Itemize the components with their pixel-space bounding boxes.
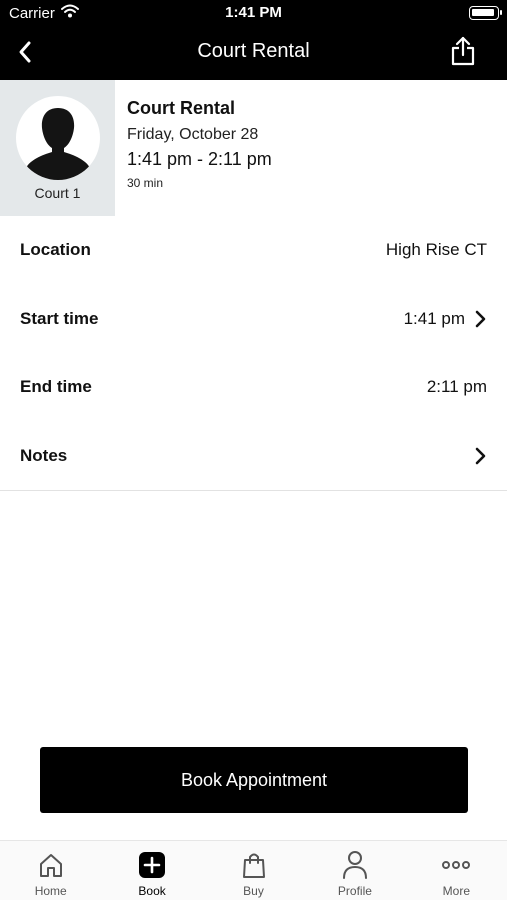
notes-label: Notes [20,445,68,465]
notes-row[interactable]: Notes [0,422,507,491]
nav-bar: Court Rental [0,26,507,80]
location-label: Location [20,240,91,260]
end-time-value: 2:11 pm [426,377,487,397]
battery-icon [469,6,502,20]
tab-home[interactable]: Home [0,841,101,900]
appointment-header: Court 1 Court Rental Friday, October 28 … [0,80,507,216]
book-appointment-button[interactable]: Book Appointment [40,747,468,813]
more-icon [441,850,471,880]
chevron-right-icon [473,447,487,465]
divider [0,490,507,491]
tab-buy-label: Buy [243,884,264,898]
tab-more[interactable]: More [406,841,507,900]
profile-icon [340,850,370,880]
home-icon [36,850,66,880]
tab-book[interactable]: Book [101,841,202,900]
appointment-details: Location High Rise CT Start time 1:41 pm… [0,216,507,490]
status-bar: Carrier 1:41 PM [0,0,507,26]
tab-more-label: More [442,884,470,898]
end-time-label: End time [20,377,92,397]
tab-bar: Home Book Buy Profile More [0,840,507,900]
chevron-right-icon [473,310,487,328]
location-row: Location High Rise CT [0,216,507,285]
tab-book-label: Book [138,884,166,898]
shopping-bag-icon [239,850,269,880]
tab-home-label: Home [34,884,67,898]
start-time-value: 1:41 pm [403,308,465,328]
appointment-time-range: 1:41 pm - 2:11 pm [127,149,272,169]
location-value: High Rise CT [385,240,487,260]
start-time-label: Start time [20,308,99,328]
page-title: Court Rental [197,40,310,62]
appointment-date: Friday, October 28 [127,126,259,143]
status-time: 1:41 PM [225,4,282,21]
add-icon [137,850,167,880]
person-silhouette-icon [26,108,90,180]
share-icon [451,36,475,66]
tab-profile[interactable]: Profile [304,841,405,900]
start-time-value-wrap: 1:41 pm [404,309,487,329]
tab-buy[interactable]: Buy [203,841,304,900]
appointment-title: Court Rental [127,98,235,118]
start-time-row[interactable]: Start time 1:41 pm [0,285,507,354]
tab-profile-label: Profile [337,884,372,898]
appointment-info: Court Rental Friday, October 28 1:41 pm … [127,98,272,190]
end-time-row: End time 2:11 pm [0,353,507,422]
provider-card: Court 1 [0,80,115,216]
avatar [16,96,100,180]
appointment-duration: 30 min [127,176,164,190]
provider-name: Court 1 [34,185,81,201]
share-button[interactable] [447,34,479,68]
